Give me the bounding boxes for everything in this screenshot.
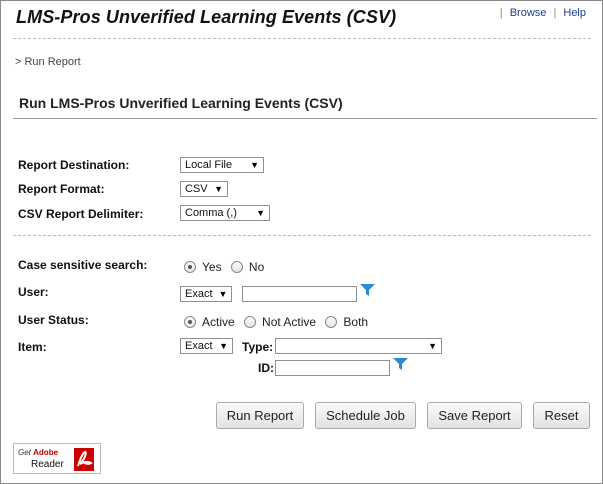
csv-delimiter-label: CSV Report Delimiter: bbox=[18, 207, 144, 221]
status-both-label: Both bbox=[343, 315, 369, 329]
radio-unchecked-icon[interactable] bbox=[244, 316, 257, 328]
report-destination-label: Report Destination: bbox=[18, 158, 130, 172]
status-not-active-option[interactable]: Not Active bbox=[244, 315, 316, 329]
breadcrumb: > Run Report bbox=[15, 56, 81, 68]
item-label: Item: bbox=[18, 340, 47, 354]
adobe-get-text: Get bbox=[18, 448, 31, 457]
status-both-option[interactable]: Both bbox=[325, 315, 368, 329]
item-type-select[interactable]: ▼ bbox=[275, 338, 442, 354]
item-filter-icon[interactable] bbox=[393, 358, 408, 371]
dropdown-arrow-icon: ▼ bbox=[218, 289, 228, 299]
user-match-select[interactable]: Exact ▼ bbox=[180, 286, 232, 302]
case-yes-label: Yes bbox=[202, 260, 222, 274]
case-yes-option[interactable]: Yes bbox=[184, 260, 222, 274]
link-separator: | bbox=[553, 7, 557, 19]
browse-link[interactable]: Browse bbox=[510, 7, 547, 19]
user-match-value: Exact bbox=[185, 288, 213, 300]
radio-unchecked-icon[interactable] bbox=[325, 316, 338, 328]
page-title: Run LMS-Pros Unverified Learning Events … bbox=[19, 95, 343, 111]
section-divider bbox=[13, 235, 591, 236]
item-match-value: Exact bbox=[185, 340, 213, 352]
case-sensitive-label: Case sensitive search: bbox=[18, 258, 148, 272]
item-id-input[interactable] bbox=[275, 360, 390, 376]
dropdown-arrow-icon: ▼ bbox=[256, 208, 265, 218]
report-format-label: Report Format: bbox=[18, 182, 105, 196]
header-divider bbox=[13, 38, 591, 39]
reset-button[interactable]: Reset bbox=[533, 402, 590, 429]
status-active-label: Active bbox=[202, 315, 235, 329]
adobe-reader-icon bbox=[74, 448, 94, 471]
status-active-option[interactable]: Active bbox=[184, 315, 235, 329]
type-label: Type: bbox=[242, 340, 274, 354]
adobe-reader-text: Reader bbox=[31, 459, 64, 470]
user-label: User: bbox=[18, 285, 49, 299]
status-not-active-label: Not Active bbox=[262, 315, 317, 329]
radio-checked-icon[interactable] bbox=[184, 316, 196, 328]
app-title: LMS-Pros Unverified Learning Events (CSV… bbox=[16, 7, 397, 27]
run-report-button[interactable]: Run Report bbox=[216, 402, 304, 429]
user-status-radio-group: Active Not Active Both bbox=[184, 315, 374, 329]
case-no-label: No bbox=[248, 260, 265, 274]
case-no-option[interactable]: No bbox=[230, 260, 265, 274]
case-sensitive-radio-group: Yes No bbox=[184, 260, 270, 274]
adobe-badge-line1: Get Adobe bbox=[18, 448, 58, 457]
dropdown-arrow-icon: ▼ bbox=[428, 341, 437, 351]
link-separator: | bbox=[499, 7, 503, 19]
dropdown-arrow-icon: ▼ bbox=[214, 184, 223, 194]
dropdown-arrow-icon: ▼ bbox=[250, 160, 259, 170]
csv-delimiter-value: Comma (,) bbox=[185, 207, 237, 219]
report-destination-select[interactable]: Local File ▼ bbox=[180, 157, 264, 173]
title-divider bbox=[13, 118, 597, 119]
user-status-label: User Status: bbox=[18, 313, 89, 327]
report-destination-value: Local File bbox=[185, 159, 233, 171]
get-adobe-reader-badge[interactable]: Get Adobe Reader bbox=[13, 443, 101, 474]
save-report-button[interactable]: Save Report bbox=[427, 402, 522, 429]
schedule-job-button[interactable]: Schedule Job bbox=[315, 402, 416, 429]
user-filter-icon[interactable] bbox=[360, 284, 375, 297]
item-match-select[interactable]: Exact ▼ bbox=[180, 338, 233, 354]
top-links: | Browse | Help bbox=[496, 7, 586, 19]
radio-unchecked-icon[interactable] bbox=[230, 261, 243, 273]
id-label: ID: bbox=[258, 361, 274, 375]
report-window: LMS-Pros Unverified Learning Events (CSV… bbox=[0, 0, 603, 484]
radio-checked-icon[interactable] bbox=[184, 261, 196, 273]
report-format-select[interactable]: CSV ▼ bbox=[180, 181, 228, 197]
adobe-brand-text: Adobe bbox=[33, 448, 59, 457]
user-input[interactable] bbox=[242, 286, 357, 302]
csv-delimiter-select[interactable]: Comma (,) ▼ bbox=[180, 205, 270, 221]
help-link[interactable]: Help bbox=[563, 7, 586, 19]
dropdown-arrow-icon: ▼ bbox=[219, 341, 228, 351]
report-format-value: CSV bbox=[185, 183, 208, 195]
